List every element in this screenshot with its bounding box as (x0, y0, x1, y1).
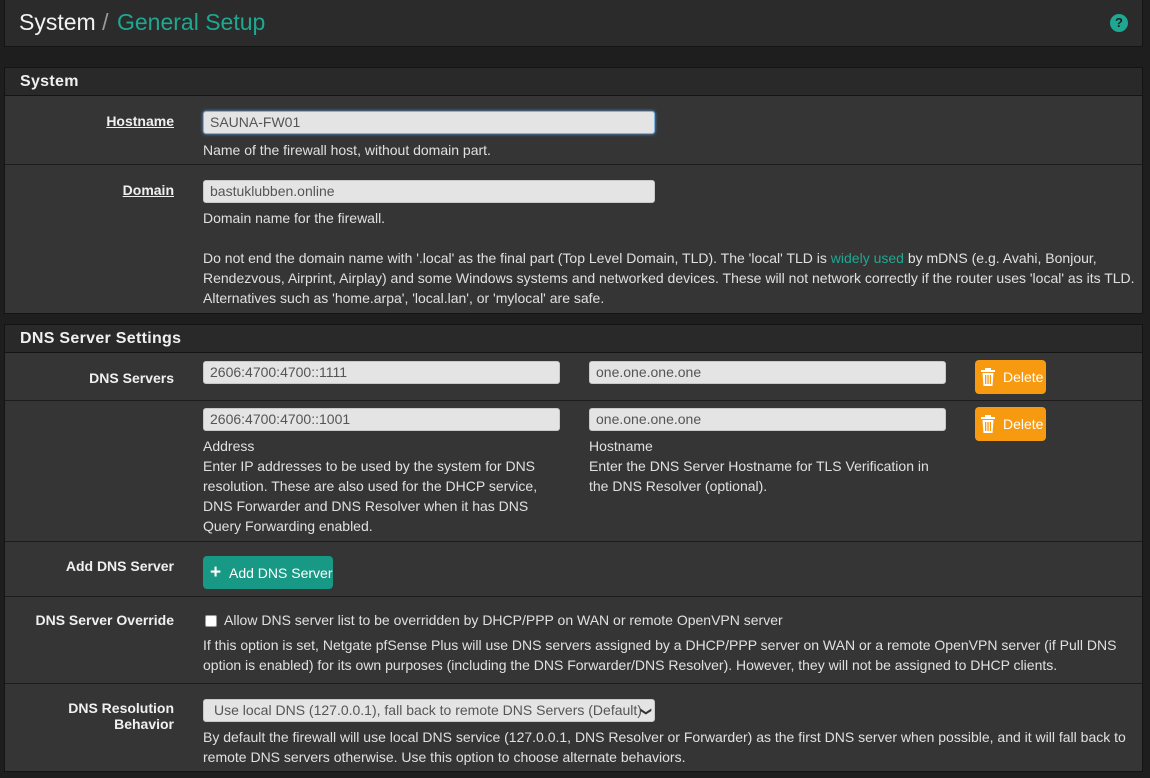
dns-server-address-input[interactable]: 2606:4700:4700::1001 (203, 408, 560, 431)
address-caption: Address (203, 438, 255, 454)
domain-help: Domain name for the firewall. (203, 210, 386, 226)
dns-override-label: DNS Server Override (35, 612, 174, 628)
trash-icon (981, 368, 995, 386)
add-dns-server-label: Add DNS Server (65, 558, 174, 574)
page-title: General Setup (117, 9, 266, 35)
row-divider (5, 683, 1142, 684)
system-panel-heading: System (5, 68, 1142, 96)
hostname-input[interactable]: SAUNA-FW01 (203, 111, 655, 134)
address-help: Enter IP addresses to be used by the sys… (203, 458, 538, 534)
delete-dns-server-button[interactable]: Delete (975, 360, 1046, 394)
dns-resolution-help: By default the firewall will use local D… (203, 729, 1126, 765)
breadcrumb-system[interactable]: System / (19, 9, 108, 36)
dns-server-hostname-input[interactable]: one.one.one.one (589, 361, 946, 384)
delete-dns-server-button[interactable]: Delete (975, 407, 1046, 441)
breadcrumb: System / General Setup ? (4, 0, 1143, 47)
system-panel: System Hostname SAUNA-FW01 Name of the f… (4, 67, 1143, 314)
plus-icon: + (210, 562, 222, 583)
row-divider (5, 400, 1142, 401)
domain-tld-note: Do not end the domain name with '.local'… (203, 248, 1138, 308)
breadcrumb-section-label: System (19, 9, 96, 35)
trash-icon (981, 415, 995, 433)
domain-label[interactable]: Domain (5, 182, 174, 198)
add-button-label: Add DNS Server (229, 565, 333, 581)
dns-override-checkbox[interactable] (205, 615, 217, 627)
hostname-help: Name of the firewall host, without domai… (203, 142, 491, 158)
row-divider (5, 596, 1142, 597)
widely-used-link[interactable]: widely used (831, 250, 904, 266)
chevron-down-icon: ❯ (639, 706, 652, 717)
dns-override-checkbox-label[interactable]: Allow DNS server list to be overridden b… (224, 610, 1024, 630)
row-divider (5, 164, 1142, 165)
delete-button-label: Delete (1003, 416, 1044, 432)
dns-server-address-input[interactable]: 2606:4700:4700::1111 (203, 361, 560, 384)
dns-resolution-selected-value: Use local DNS (127.0.0.1), fall back to … (214, 702, 642, 718)
add-dns-server-button[interactable]: + Add DNS Server (203, 556, 333, 589)
dns-server-hostname-input[interactable]: one.one.one.one (589, 408, 946, 431)
dns-panel-heading: DNS Server Settings (5, 325, 1142, 353)
row-divider (5, 541, 1142, 542)
dns-servers-label: DNS Servers (89, 370, 174, 386)
hostname-caption: Hostname (589, 438, 653, 454)
domain-note-text-pre: Do not end the domain name with '.local'… (203, 250, 831, 266)
dns-override-help: If this option is set, Netgate pfSense P… (203, 637, 1117, 673)
hostname-help-text: Enter the DNS Server Hostname for TLS Ve… (589, 458, 929, 494)
dns-settings-panel: DNS Server Settings DNS Servers 2606:470… (4, 324, 1143, 772)
dns-resolution-label: DNS Resolution Behavior (68, 700, 174, 732)
hostname-label[interactable]: Hostname (5, 113, 174, 129)
domain-input[interactable]: bastuklubben.online (203, 180, 655, 203)
delete-button-label: Delete (1003, 369, 1044, 385)
breadcrumb-separator: / (102, 9, 109, 35)
help-icon[interactable]: ? (1110, 14, 1128, 32)
dns-resolution-select[interactable]: Use local DNS (127.0.0.1), fall back to … (203, 699, 655, 722)
